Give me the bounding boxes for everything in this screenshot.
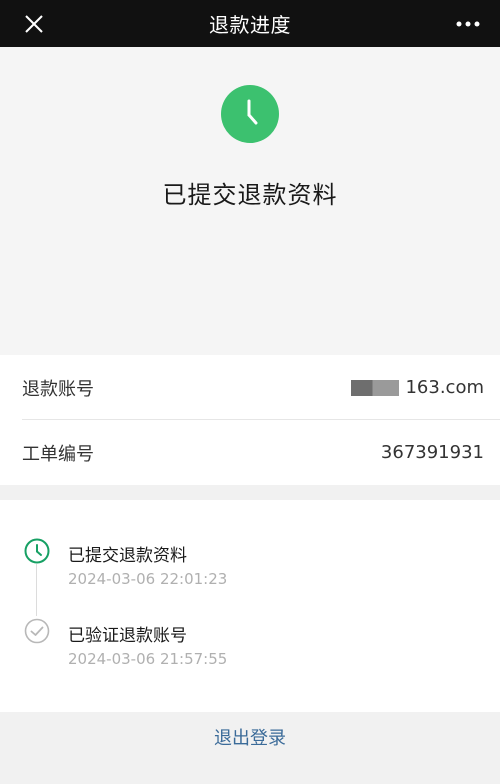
- top-bar: 退款进度: [0, 0, 500, 47]
- check-circle-icon: [24, 618, 50, 644]
- refund-account-value: 163.com: [351, 377, 484, 398]
- refund-account-text: 163.com: [405, 377, 484, 398]
- ticket-number-value: 367391931: [380, 442, 484, 463]
- more-icon: [456, 21, 480, 27]
- close-button[interactable]: [18, 8, 50, 40]
- info-card: 退款账号 163.com 工单编号 367391931: [0, 355, 500, 485]
- status-title: 已提交退款资料: [162, 181, 338, 209]
- ticket-number-label: 工单编号: [22, 443, 94, 465]
- status-section: 已提交退款资料: [0, 47, 500, 355]
- timeline-connector: [36, 564, 37, 616]
- timeline-item-title: 已提交退款资料: [68, 546, 187, 566]
- clock-icon: [24, 538, 50, 564]
- refund-account-label: 退款账号: [22, 378, 94, 400]
- timeline-card: 已提交退款资料 2024-03-06 22:01:23 已验证退款账号 2024…: [0, 500, 500, 712]
- ticket-number-row: 工单编号 367391931: [0, 420, 500, 485]
- timeline-item-time: 2024-03-06 22:01:23: [68, 570, 228, 588]
- logout-button[interactable]: 退出登录: [214, 724, 286, 750]
- timeline-item-time: 2024-03-06 21:57:55: [68, 650, 228, 668]
- close-icon: [25, 15, 43, 33]
- logout-area: 退出登录: [0, 712, 500, 784]
- timeline-item-title: 已验证退款账号: [68, 626, 187, 646]
- masked-text: [351, 379, 400, 396]
- clock-icon: [221, 85, 279, 143]
- refund-account-row: 退款账号 163.com: [0, 355, 500, 420]
- more-button[interactable]: [450, 8, 486, 40]
- page-title: 退款进度: [209, 13, 291, 37]
